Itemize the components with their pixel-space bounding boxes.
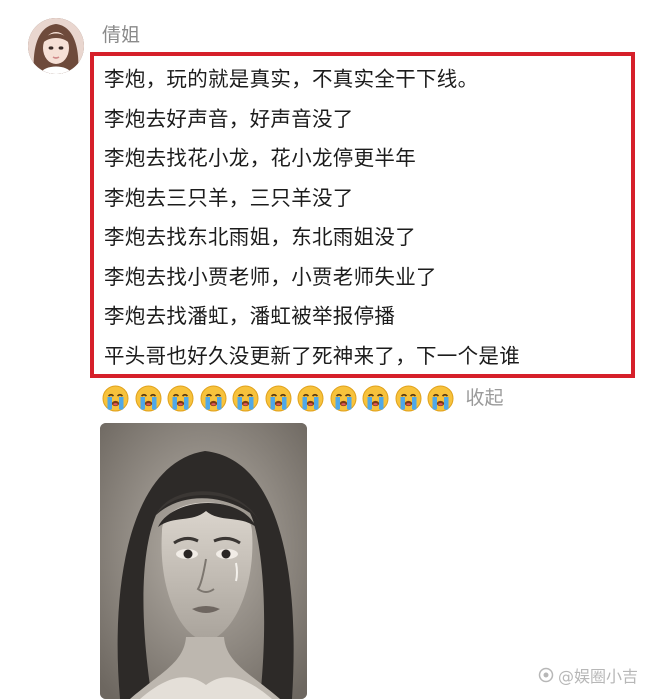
attached-image[interactable] [100,423,307,699]
post-line: 平头哥也好久没更新了死神来了，下一个是谁 [104,343,520,368]
crying-face-icon [297,385,324,411]
crying-face-icon [265,385,291,411]
crying-face-icon [232,385,259,411]
crying-face-icon [362,385,389,411]
crying-face-icon [200,385,226,411]
reaction-row: 收起 [102,383,504,413]
post-line: 李炮去找潘虹，潘虹被举报停播 [104,304,396,328]
post-line: 李炮去找花小龙，花小龙停更半年 [104,146,416,170]
post-line: 李炮去好声音，好声音没了 [104,106,354,131]
crying-face-icon [102,385,129,411]
post-line: 李炮去三只羊，三只羊没了 [104,185,354,210]
crying-face-icon [330,385,356,411]
watermark-logo-icon [538,667,554,683]
comment-card: 倩姐 李炮，玩的就是真实，不真实全干下线。 李炮去好声音，好声音没了李炮去找花小龙… [0,0,650,699]
post-line: 李炮去找东北雨姐，东北雨姐没了 [104,225,416,249]
highlighted-post-text: 李炮，玩的就是真实，不真实全干下线。 李炮去好声音，好声音没了李炮去找花小龙，花小… [90,52,635,378]
post-line: 李炮去找小贾老师，小贾老师失业了 [104,264,437,289]
watermark-text: @娱圈小吉 [557,667,638,686]
post-line: 李炮，玩的就是真实，不真实全干下线。 [104,67,479,91]
crying-face-icon [167,385,194,411]
avatar-girl-icon [28,18,84,74]
post-lines: 李炮，玩的就是真实，不真实全干下线。 李炮去好声音，好声音没了李炮去找花小龙，花小… [104,60,520,376]
crying-face-icon [427,385,454,411]
watermark: @娱圈小吉 [538,663,638,687]
crying-face-icon [135,385,161,411]
sketch-portrait-icon [100,423,307,699]
crying-face-icon [395,385,421,411]
username[interactable]: 倩姐 [102,20,140,47]
user-avatar[interactable] [28,18,84,74]
collapse-link[interactable]: 收起 [466,383,504,413]
